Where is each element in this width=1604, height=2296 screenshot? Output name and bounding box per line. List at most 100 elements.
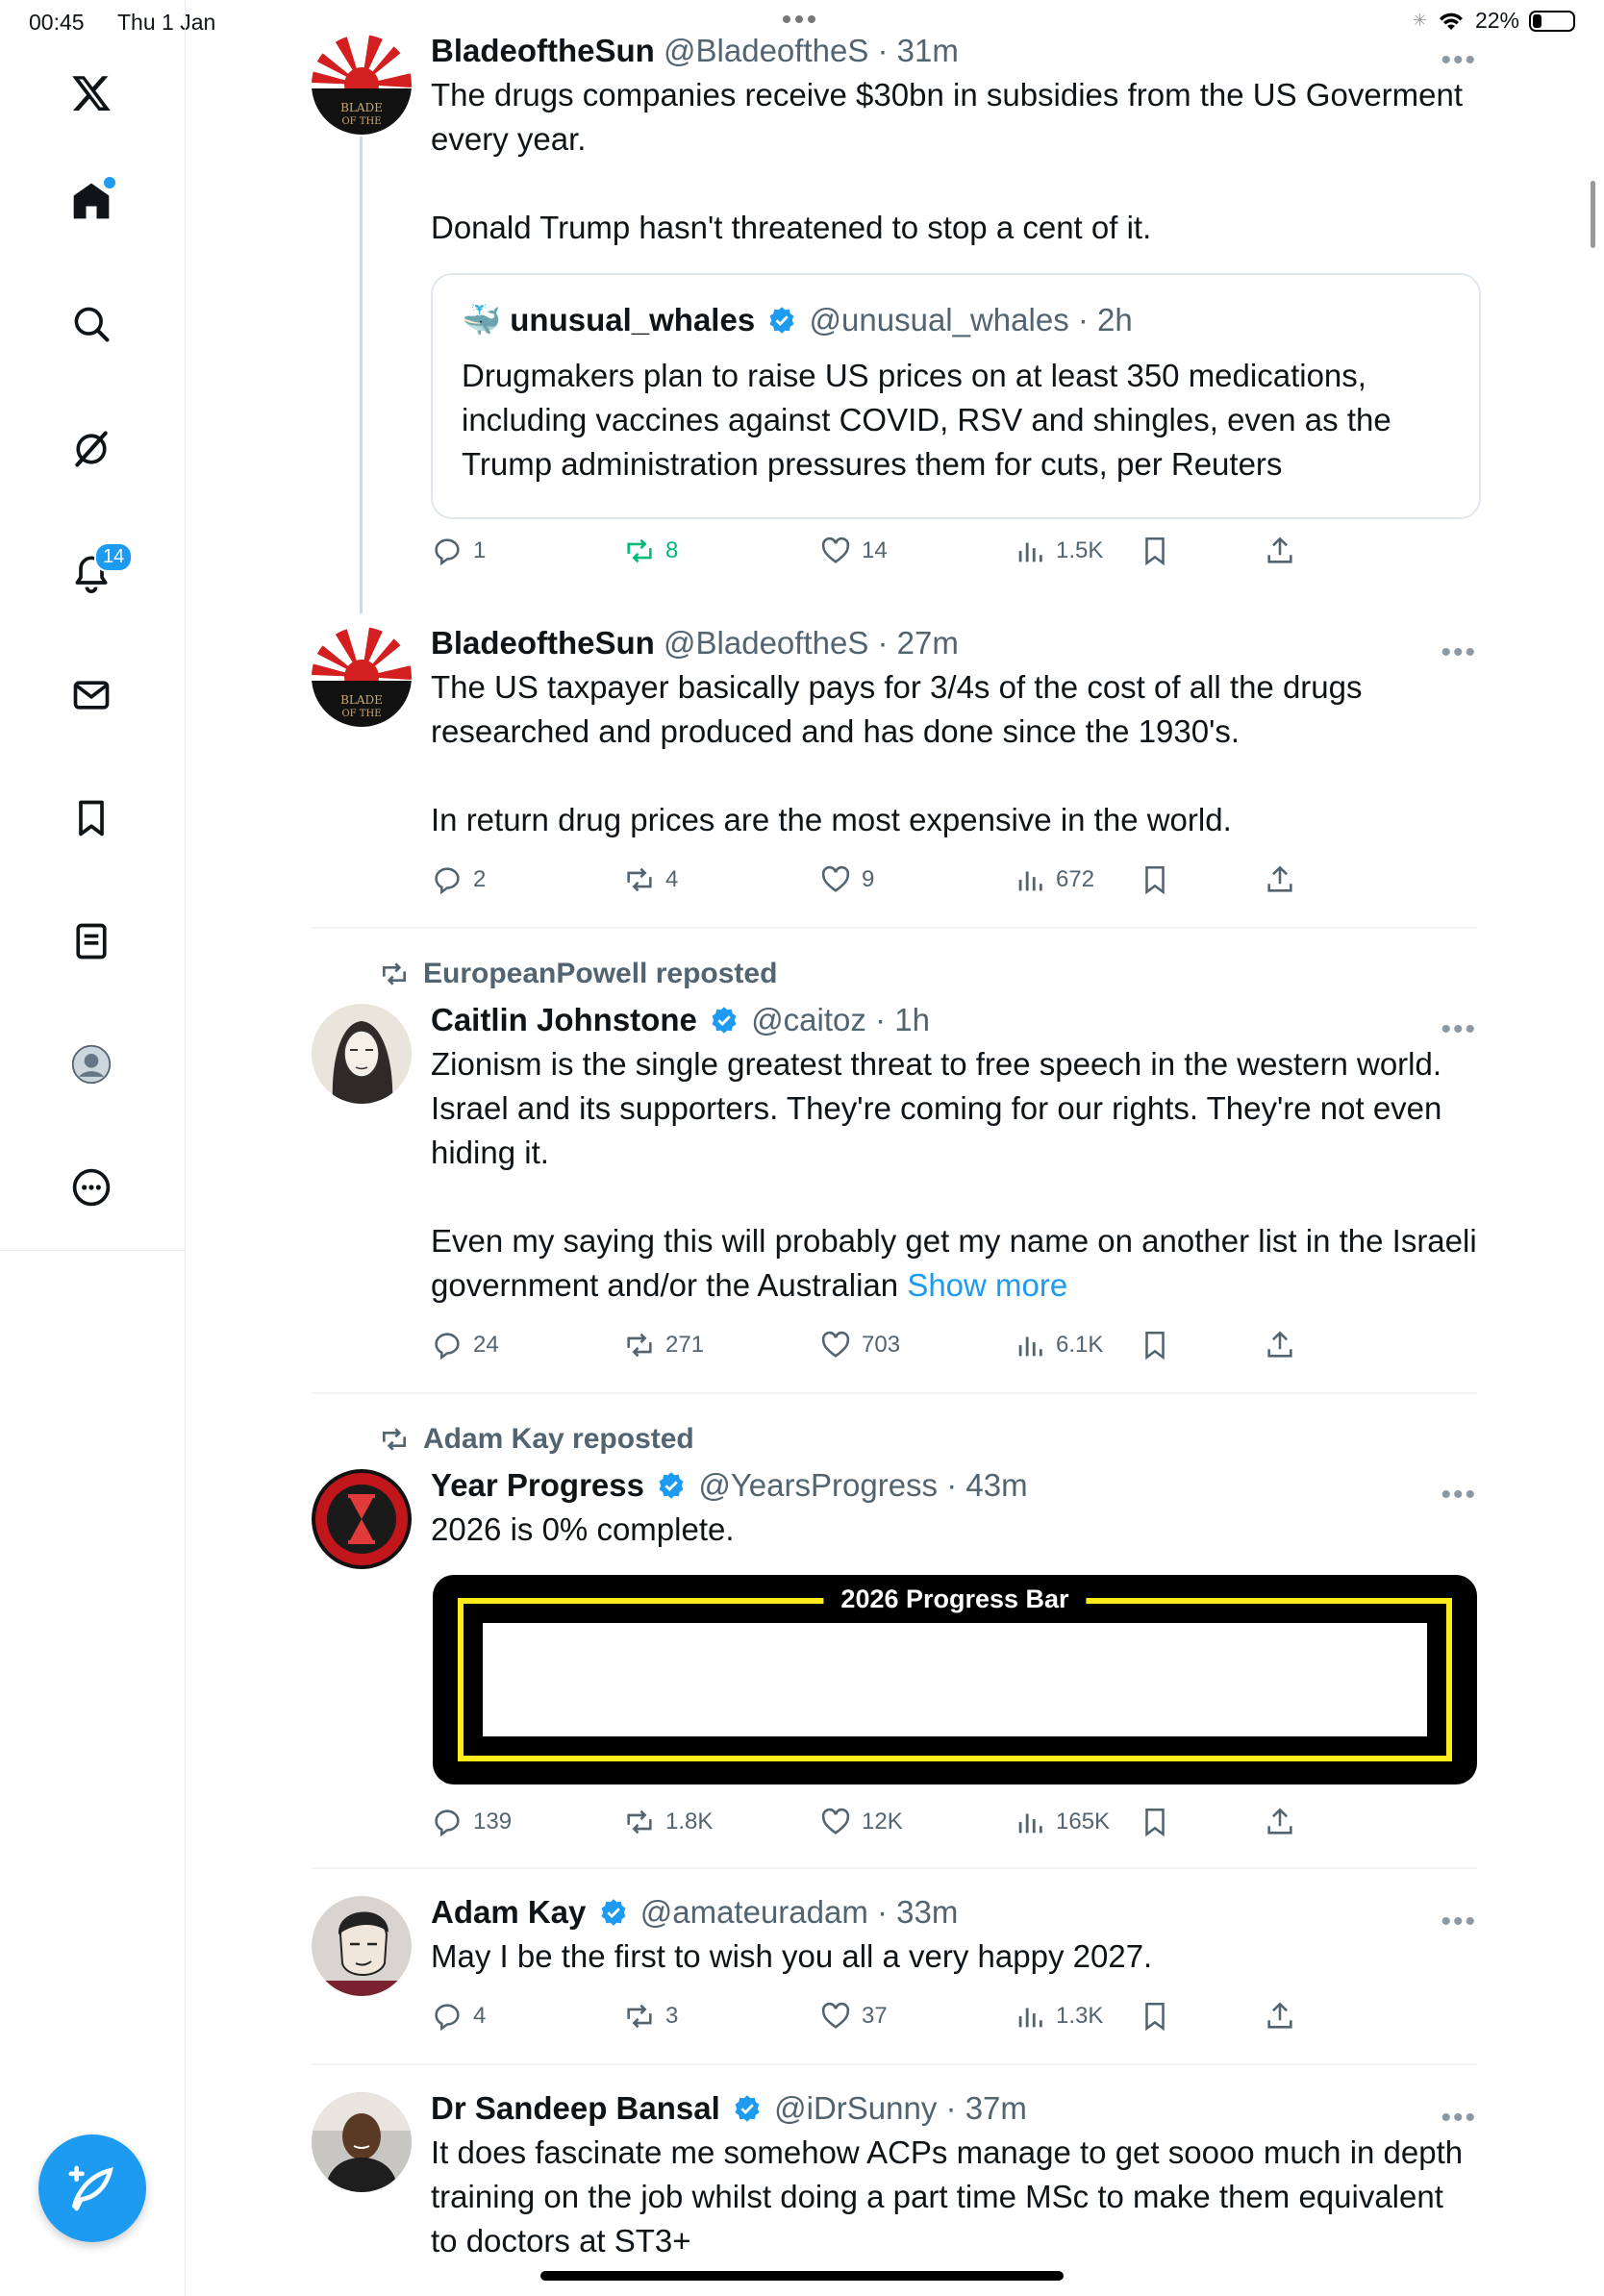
- share-button[interactable]: [1264, 863, 1296, 896]
- reply-button[interactable]: 139: [431, 1806, 512, 1838]
- tweet-actions: 4 3 37 1.3K: [431, 2000, 1477, 2038]
- author-handle[interactable]: @caitoz: [751, 1002, 866, 1037]
- reposted-by[interactable]: Adam Kay reposted: [423, 1423, 694, 1456]
- tweet-time[interactable]: 43m: [965, 1467, 1027, 1503]
- avatar[interactable]: [312, 1896, 412, 1996]
- bookmark-button[interactable]: [1139, 2000, 1171, 2033]
- like-button[interactable]: 703: [819, 1329, 900, 1361]
- avatar[interactable]: [312, 1004, 412, 1104]
- progress-bar-card[interactable]: 2026 Progress Bar: [433, 1575, 1477, 1784]
- author-handle[interactable]: @iDrSunny: [774, 2090, 937, 2126]
- battery-icon: [1529, 10, 1575, 32]
- tweet-time[interactable]: 31m: [897, 33, 959, 68]
- search-icon[interactable]: [69, 302, 113, 346]
- verified-badge-icon: [712, 1007, 737, 1034]
- more-options-icon[interactable]: •••: [1441, 44, 1477, 77]
- repost-count: 1.8K: [665, 1809, 714, 1834]
- bookmark-button[interactable]: [1139, 535, 1171, 567]
- bookmark-button[interactable]: [1139, 1329, 1171, 1361]
- tweet-actions: 139 1.8K 12K 165K: [431, 1806, 1477, 1844]
- tweet-time[interactable]: 37m: [965, 2090, 1027, 2126]
- thread-connector: [360, 137, 363, 613]
- tweet-text: Zionism is the single greatest threat to…: [431, 1042, 1477, 1308]
- like-button[interactable]: 9: [819, 863, 874, 896]
- like-button[interactable]: 14: [819, 535, 888, 567]
- reply-button[interactable]: 4: [431, 2000, 486, 2033]
- share-button[interactable]: [1264, 2000, 1296, 2033]
- reply-button[interactable]: 24: [431, 1329, 499, 1361]
- tweet-text: May I be the first to wish you all a ver…: [431, 1938, 1153, 1974]
- quote-author-name: unusual_whales: [510, 302, 756, 337]
- repost-count: 3: [665, 2003, 679, 2029]
- quoted-tweet[interactable]: 🐳 unusual_whales @unusual_whales · 2h Dr…: [431, 273, 1481, 519]
- more-options-icon[interactable]: •••: [1441, 2102, 1477, 2134]
- share-button[interactable]: [1264, 1329, 1296, 1361]
- repost-button[interactable]: 271: [623, 1329, 704, 1361]
- author-handle[interactable]: @BladeoftheS: [664, 625, 868, 661]
- author-handle[interactable]: @BladeoftheS: [664, 33, 868, 68]
- compose-post-button[interactable]: [38, 2134, 146, 2242]
- quote-text: Drugmakers plan to raise US prices on at…: [462, 358, 1400, 482]
- lists-icon[interactable]: [69, 919, 113, 963]
- repost-button[interactable]: 8: [623, 535, 678, 567]
- heart-icon: [821, 1808, 850, 1834]
- bookmark-button[interactable]: [1139, 863, 1171, 896]
- show-more-link[interactable]: Show more: [907, 1267, 1067, 1303]
- views-chart-icon: [1018, 2008, 1042, 2028]
- author-name[interactable]: BladeoftheSun: [431, 625, 655, 661]
- repost-button[interactable]: 4: [623, 863, 678, 896]
- author-name[interactable]: BladeoftheSun: [431, 33, 655, 68]
- scrollbar[interactable]: [1591, 181, 1595, 248]
- more-options-icon[interactable]: •••: [1441, 1013, 1477, 1046]
- views-button[interactable]: 672: [1014, 863, 1094, 896]
- author-name[interactable]: Year Progress: [431, 1467, 644, 1503]
- more-options-icon[interactable]: •••: [1441, 1906, 1477, 1938]
- bookmarks-icon[interactable]: [69, 796, 113, 840]
- reply-button[interactable]: 2: [431, 863, 486, 896]
- tweet-body: Year Progress @YearsProgress · 43m ••• 2…: [431, 1467, 1477, 1552]
- tweet-time[interactable]: 33m: [896, 1894, 958, 1930]
- progress-track: [483, 1623, 1427, 1736]
- share-button[interactable]: [1264, 1806, 1296, 1838]
- like-button[interactable]: 12K: [819, 1806, 903, 1838]
- like-count: 37: [862, 2003, 888, 2029]
- x-logo-icon[interactable]: [69, 71, 113, 115]
- reply-count: 139: [473, 1809, 513, 1834]
- tweet-time[interactable]: 1h: [894, 1002, 930, 1037]
- like-button[interactable]: 37: [819, 2000, 888, 2033]
- author-name[interactable]: Dr Sandeep Bansal: [431, 2090, 720, 2126]
- repost-button[interactable]: 3: [623, 2000, 678, 2033]
- author-name[interactable]: Caitlin Johnstone: [431, 1002, 697, 1037]
- avatar[interactable]: BLADE OF THE: [312, 35, 412, 135]
- author-handle[interactable]: @YearsProgress: [698, 1467, 938, 1503]
- grok-icon[interactable]: [69, 427, 113, 471]
- more-options-icon[interactable]: •••: [1441, 1479, 1477, 1511]
- tweet-divider: [312, 2063, 1477, 2065]
- messages-icon[interactable]: [69, 673, 113, 717]
- reposted-by[interactable]: EuropeanPowell reposted: [423, 958, 777, 990]
- avatar[interactable]: BLADE OF THE: [312, 627, 412, 727]
- bookmark-icon: [1145, 1808, 1165, 1837]
- author-name[interactable]: Adam Kay: [431, 1894, 586, 1930]
- home-indicator[interactable]: [540, 2271, 1064, 2281]
- avatar[interactable]: [312, 2092, 412, 2192]
- profile-avatar-icon[interactable]: [69, 1042, 113, 1086]
- more-options-icon[interactable]: [69, 1165, 113, 1210]
- avatar[interactable]: [312, 1469, 412, 1569]
- views-button[interactable]: 165K: [1014, 1806, 1110, 1838]
- more-options-icon[interactable]: •••: [1441, 636, 1477, 669]
- multitasking-dots[interactable]: [783, 15, 815, 23]
- views-button[interactable]: 6.1K: [1014, 1329, 1103, 1361]
- battery-percent: 22%: [1474, 8, 1519, 33]
- reply-icon: [435, 538, 460, 566]
- view-count: 672: [1056, 866, 1095, 892]
- bookmark-button[interactable]: [1139, 1806, 1171, 1838]
- repost-button[interactable]: 1.8K: [623, 1806, 713, 1838]
- share-button[interactable]: [1264, 535, 1296, 567]
- views-button[interactable]: 1.3K: [1014, 2000, 1103, 2033]
- author-handle[interactable]: @amateuradam: [640, 1894, 868, 1930]
- reply-button[interactable]: 1: [431, 535, 486, 567]
- views-button[interactable]: 1.5K: [1014, 535, 1103, 567]
- reply-icon: [435, 1333, 460, 1360]
- tweet-time[interactable]: 27m: [897, 625, 959, 661]
